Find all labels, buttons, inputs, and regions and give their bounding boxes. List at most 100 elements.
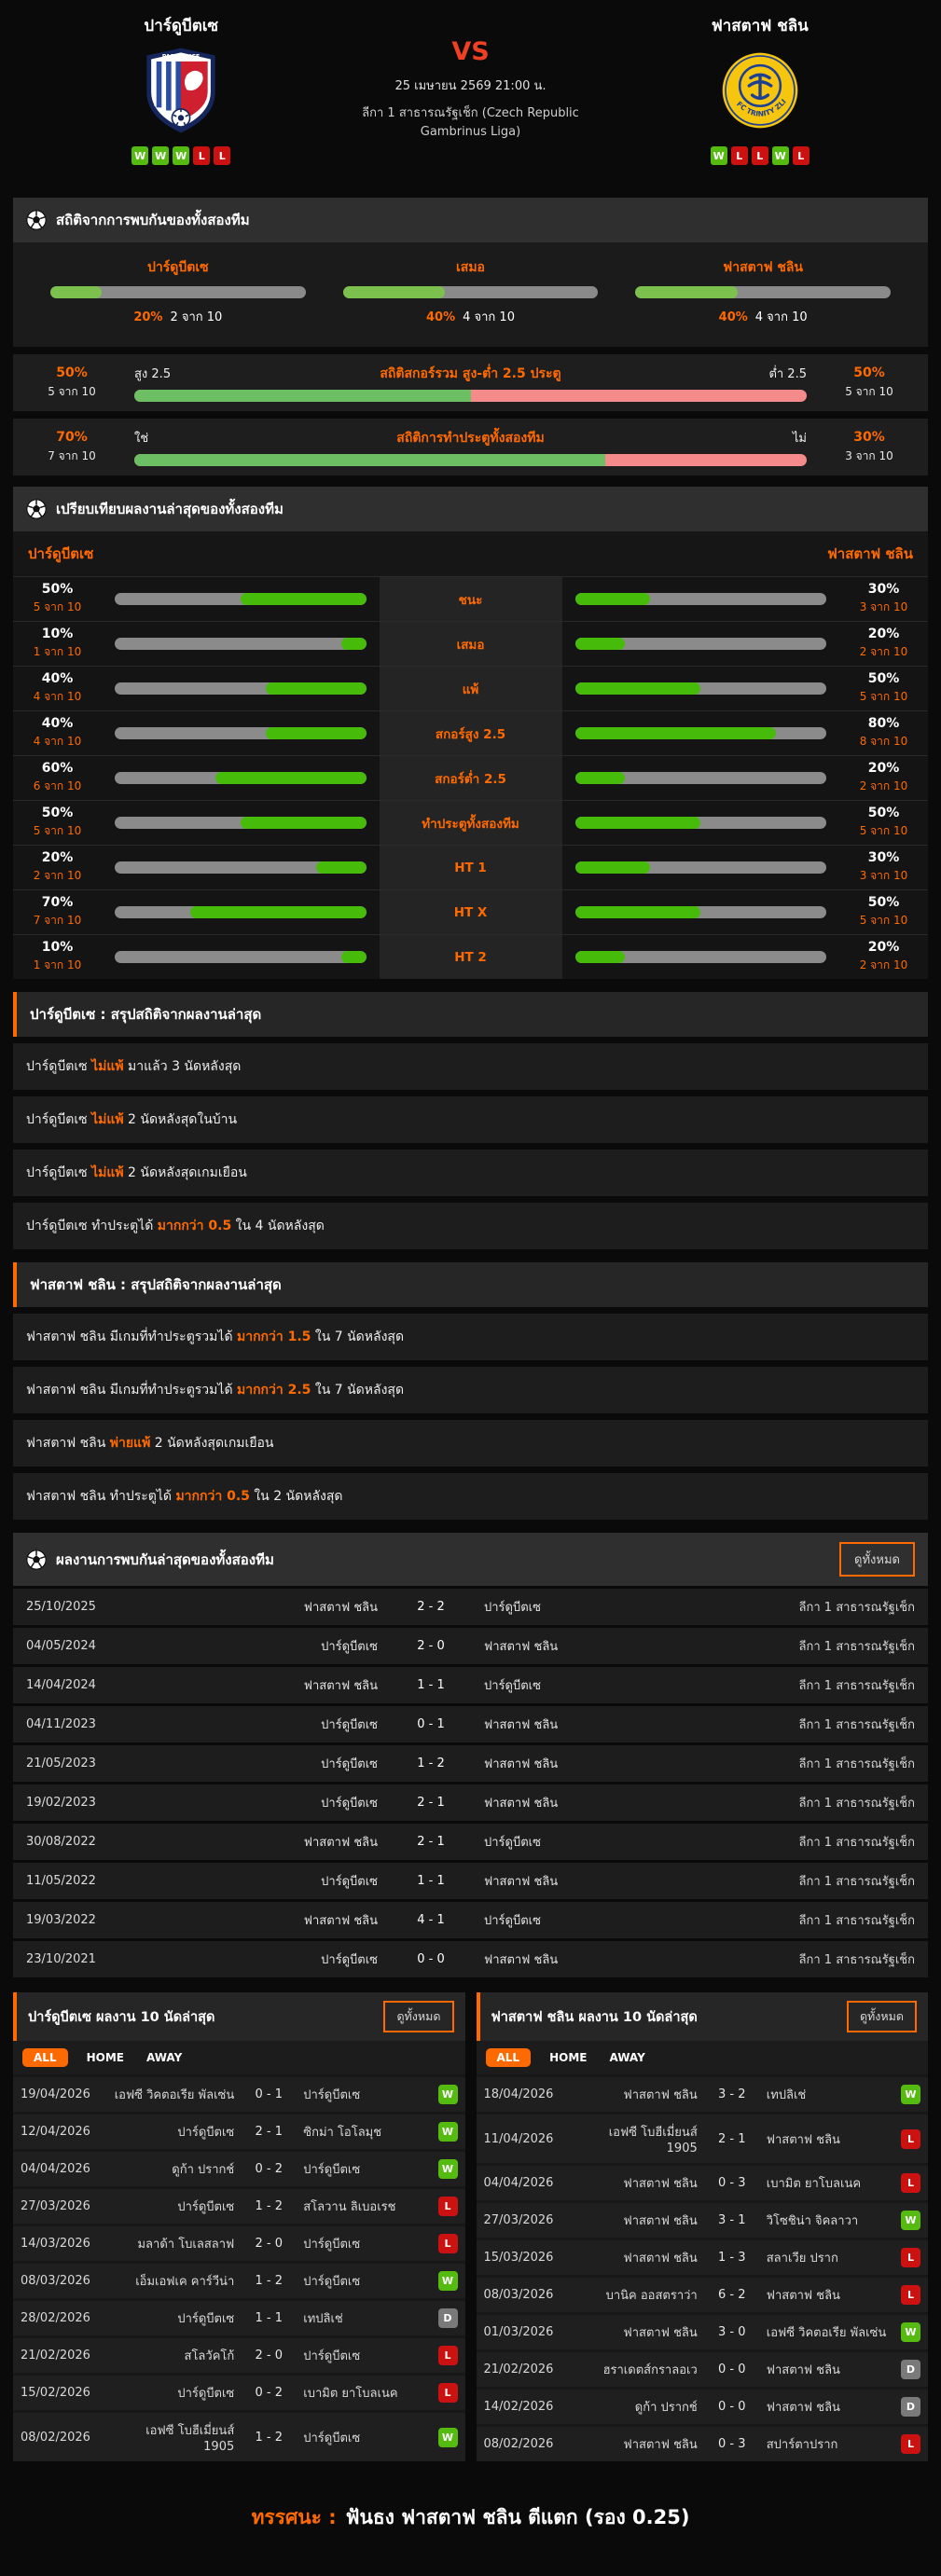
match-away-team: เทปลิเช่ — [303, 2312, 343, 2326]
result-badge: W — [901, 2211, 920, 2230]
away-recent-header: ฟาสตาฟ ชลิน ผลงาน 10 นัดล่าสุด ดูทั้งหมด — [476, 1992, 928, 2041]
svg-text:PARDUBICE: PARDUBICE — [162, 53, 201, 61]
match-away-team: ฟาสตาฟ ชลิน — [484, 1640, 559, 1654]
tab-home[interactable]: HOME — [83, 2048, 128, 2067]
comparison-home-count: 2 จาก 10 — [33, 869, 82, 882]
tab-away[interactable]: AWAY — [605, 2048, 648, 2067]
match-date: 21/02/2026 — [483, 2362, 554, 2376]
match-home-team: ปาร์ดูบีตเซ — [321, 1718, 378, 1732]
match-away-team: วิโซชิน่า จิคลาวา — [766, 2214, 859, 2228]
away-team-logo: FC TRINITY ZLIN — [721, 48, 799, 133]
match-score: 2 - 0 — [255, 2349, 284, 2362]
form-badge: W — [710, 146, 727, 165]
soccer-ball-icon — [26, 210, 47, 230]
comparison-rows: 50% 5 จาก 10 ชนะ 30% 3 จาก 10 10% 1 จาก … — [13, 576, 928, 979]
split-bar — [134, 454, 807, 466]
comparison-home-count: 4 จาก 10 — [33, 735, 82, 748]
h2h-stat-percent: 40% — [425, 310, 456, 324]
split-left-label: สูง 2.5 — [134, 367, 172, 381]
match-date: 04/04/2026 — [483, 2176, 554, 2190]
match-home-team: เอฟซี โบฮีเมี่ยนส์ 1905 — [608, 2126, 698, 2156]
recent-match-row: 04/04/2026 ดูก้า ปรากช์ 0 - 2 ปาร์ดูบีตเ… — [13, 2152, 465, 2186]
comparison-home-bar — [115, 817, 367, 829]
match-score: 6 - 2 — [718, 2288, 746, 2302]
match-home-team: เอฟซี วิคตอเรีย พัลเซ่น — [114, 2088, 235, 2102]
comparison-away-bar — [574, 593, 826, 605]
comparison-away-percent: 50% — [867, 671, 900, 686]
comparison-home-bar — [115, 593, 367, 605]
match-home-team: ฟาสตาฟ ชลิน — [623, 2088, 698, 2102]
view-all-button[interactable]: ดูทั้งหมด — [846, 2001, 917, 2032]
result-badge: L — [437, 2234, 458, 2253]
recent-match-row: 12/04/2026 ปาร์ดูบีตเซ 2 - 1 ซิกม่า โอโล… — [13, 2115, 465, 2149]
match-home-team: ปาร์ดูบีตเซ — [321, 1757, 378, 1771]
result-badge: W — [437, 2085, 458, 2104]
match-home-team: ดูก้า ปรากช์ — [634, 2401, 698, 2415]
tab-away[interactable]: AWAY — [143, 2048, 186, 2067]
match-date: 08/03/2026 — [483, 2288, 554, 2302]
result-badge: W — [901, 2085, 920, 2104]
tab-all[interactable]: ALL — [485, 2048, 532, 2067]
split-left-percent: 70% — [56, 429, 88, 445]
result-badge: D — [437, 2308, 458, 2328]
recent-match-row: 01/03/2026 ฟาสตาฟ ชลิน 3 - 0 เอฟซี วิคตอ… — [476, 2315, 928, 2349]
match-away-team: ปาร์ดูบีตเซ — [484, 1914, 541, 1928]
comparison-home-bar — [115, 772, 367, 784]
match-home-team: เอ็มเอฟเค คาร์วีน่า — [135, 2275, 235, 2289]
match-score: 0 - 1 — [255, 2087, 284, 2101]
form-badge: L — [193, 146, 211, 165]
recent-match-row: 18/04/2026 ฟาสตาฟ ชลิน 3 - 2 เทปลิเช่ W — [476, 2077, 928, 2112]
comparison-away-bar — [574, 682, 826, 695]
match-score: 1 - 1 — [255, 2311, 284, 2325]
recent-match-row: 08/02/2026 เอฟซี โบฮีเมี่ยนส์ 1905 1 - 2… — [13, 2413, 465, 2461]
tab-home[interactable]: HOME — [546, 2048, 590, 2067]
comparison-away-count: 5 จาก 10 — [859, 824, 908, 837]
match-date: 25/10/2025 — [26, 1600, 96, 1614]
recent-match-row: 15/02/2026 ปาร์ดูบีตเซ 0 - 2 เบามิต ยาโบ… — [13, 2376, 465, 2410]
match-home-team: ฟาสตาฟ ชลิน — [623, 2326, 698, 2340]
comparison-home-count: 5 จาก 10 — [33, 824, 82, 837]
match-league-name: ลีกา 1 สาธารณรัฐเช็ก — [798, 1914, 915, 1928]
match-home-team: ปาร์ดูบีตเซ — [177, 2126, 235, 2140]
comparison-home-count: 6 จาก 10 — [33, 779, 82, 792]
recent-match-row: 04/04/2026 ฟาสตาฟ ชลิน 0 - 3 เบามิต ยาโบ… — [476, 2166, 928, 2200]
comparison-home-bar — [115, 727, 367, 739]
comparison-away-bar — [574, 906, 826, 918]
h2h-match-row: 04/05/2024 ปาร์ดูบีตเซ 2 - 0 ฟาสตาฟ ชลิน… — [13, 1628, 928, 1664]
comparison-home-count: 1 จาก 10 — [33, 958, 82, 971]
match-date: 21/05/2023 — [26, 1756, 96, 1770]
match-score: 2 - 1 — [417, 1796, 445, 1810]
away-team-block: ฟาสตาฟ ชลิน FC TRINITY ZLIN WLLWL — [620, 13, 901, 177]
h2h-split-row: 50% 5 จาก 10 สูง 2.5 สถิติสกอร์รวม สูง-ต… — [13, 354, 928, 411]
match-home-team: สโลวัคโก้ — [184, 2349, 235, 2363]
match-score: 0 - 2 — [255, 2386, 284, 2400]
comparison-row: 40% 4 จาก 10 แพ้ 50% 5 จาก 10 — [13, 666, 928, 710]
view-all-button[interactable]: ดูทั้งหมด — [383, 2001, 454, 2032]
comparison-home-percent: 40% — [41, 671, 74, 686]
comparison-away-bar — [574, 817, 826, 829]
split-right-percent: 30% — [853, 429, 885, 445]
comparison-home-percent: 50% — [41, 582, 74, 597]
match-away-team: ฟาสตาฟ ชลิน — [766, 2289, 840, 2303]
match-header: ปาร์ดูบีตเซ PARDUBICE WWWLL VS 25 เมษายน… — [13, 0, 928, 186]
match-score: 2 - 1 — [718, 2131, 746, 2146]
h2h-stat-percent: 20% — [133, 310, 163, 324]
match-home-team: ดูก้า ปรากช์ — [172, 2163, 235, 2177]
home-recent-title: ปาร์ดูบีตเซ ผลงาน 10 นัดล่าสุด — [28, 2009, 215, 2025]
result-badge: W — [437, 2271, 458, 2291]
tab-all[interactable]: ALL — [22, 2048, 68, 2067]
comparison-away-label: ฟาสตาฟ ชลิน — [827, 545, 913, 562]
match-score: 2 - 1 — [417, 1835, 445, 1849]
form-badge: L — [792, 146, 810, 165]
comparison-row: 10% 1 จาก 10 เสมอ 20% 2 จาก 10 — [13, 621, 928, 666]
match-league-name: ลีกา 1 สาธารณรัฐเช็ก — [798, 1953, 915, 1967]
match-league-name: ลีกา 1 สาธารณรัฐเช็ก — [798, 1836, 915, 1850]
view-all-button[interactable]: ดูทั้งหมด — [839, 1542, 915, 1577]
home-recent-header: ปาร์ดูบีตเซ ผลงาน 10 นัดล่าสุด ดูทั้งหมด — [13, 1992, 465, 2041]
comparison-away-percent: 20% — [867, 627, 900, 641]
recent-match-row: 21/02/2026 สโลวัคโก้ 2 - 0 ปาร์ดูบีตเซ L — [13, 2338, 465, 2373]
form-badge: L — [730, 146, 748, 165]
split-right-count: 5 จาก 10 — [845, 384, 893, 398]
away-recent-title: ฟาสตาฟ ชลิน ผลงาน 10 นัดล่าสุด — [491, 2009, 698, 2025]
match-league: ลีกา 1 สาธารณรัฐเช็ก (Czech Republic Gam… — [362, 106, 579, 139]
